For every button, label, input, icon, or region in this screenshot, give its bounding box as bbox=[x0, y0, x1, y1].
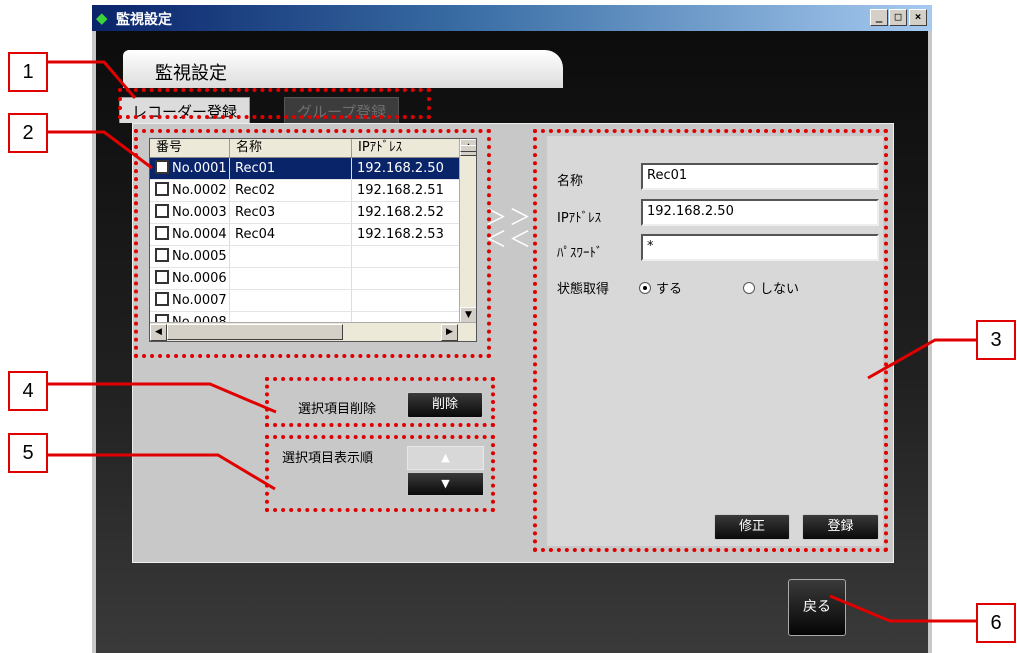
stage: ◆ 監視設定 _ □ × 監視設定 レコーダー登録 グループ登録 番号 名称 I… bbox=[0, 0, 1017, 653]
callout-lines bbox=[48, 60, 978, 623]
callout-5: 5 bbox=[8, 433, 48, 473]
callout-6: 6 bbox=[976, 603, 1016, 643]
callout-2: 2 bbox=[8, 113, 48, 153]
callout-4: 4 bbox=[8, 371, 48, 411]
callout-3: 3 bbox=[976, 320, 1016, 360]
callout-1: 1 bbox=[8, 52, 48, 92]
